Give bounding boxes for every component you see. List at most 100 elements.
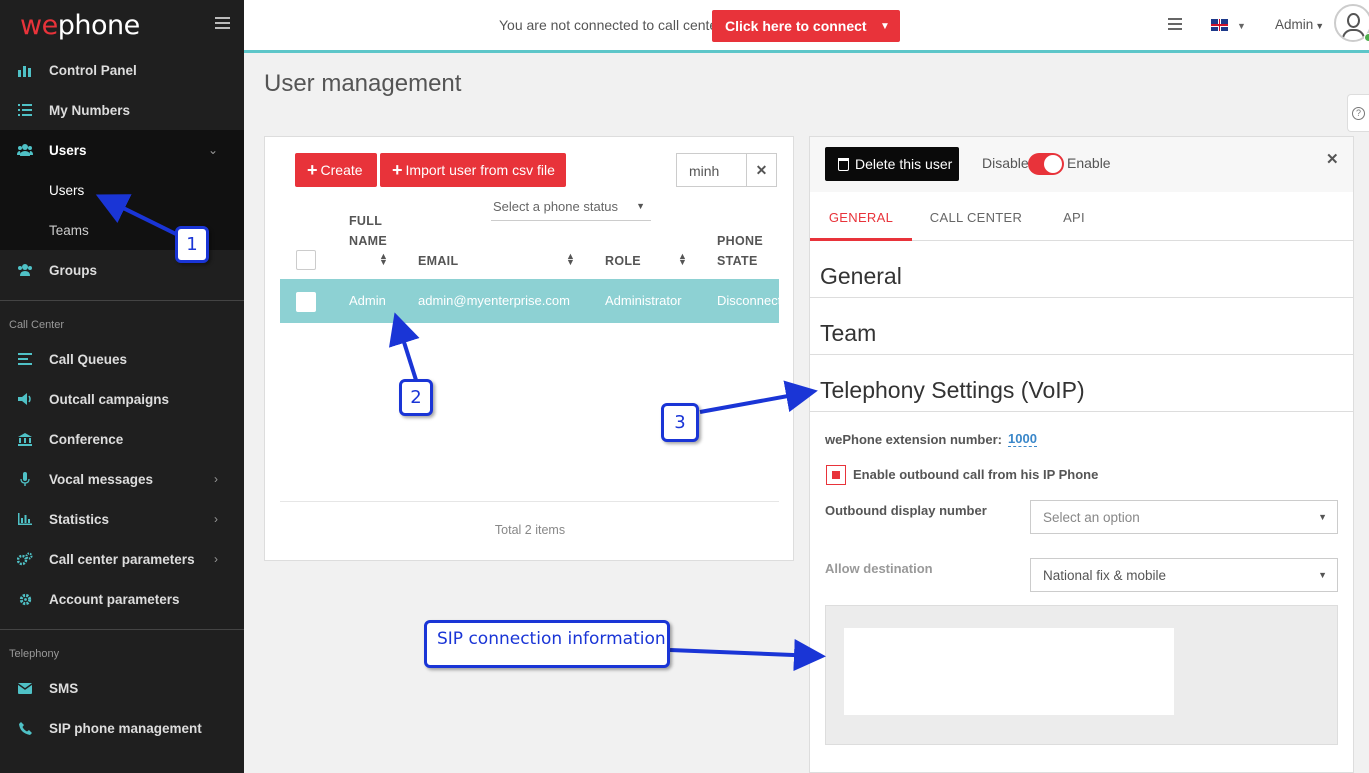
- sidebar-item-label: Call center parameters: [49, 551, 195, 567]
- stats-icon: [17, 512, 33, 526]
- sidebar-item-sip-phone-management[interactable]: SIP phone management: [0, 708, 244, 748]
- chevron-right-icon: ›: [214, 472, 218, 486]
- chevron-right-icon: ›: [214, 512, 218, 526]
- menu-toggle-icon[interactable]: [215, 17, 230, 30]
- sidebar-item-call-center-parameters[interactable]: Call center parameters ›: [0, 539, 244, 579]
- divider: [280, 501, 779, 502]
- delete-user-button[interactable]: Delete this user: [825, 147, 959, 181]
- row-name: Admin: [349, 293, 386, 308]
- sidebar-item-vocal-messages[interactable]: Vocal messages ›: [0, 459, 244, 499]
- sidebar-item-statistics[interactable]: Statistics ›: [0, 499, 244, 539]
- sidebar-item-label: My Numbers: [49, 102, 131, 118]
- sidebar-item-sms[interactable]: SMS: [0, 668, 244, 708]
- user-menu-label: Admin: [1275, 17, 1314, 32]
- section-general[interactable]: General: [810, 241, 1353, 298]
- sidebar-item-label: Control Panel: [49, 62, 137, 78]
- sidebar-item-conference[interactable]: Conference: [0, 419, 244, 459]
- disable-label: Disable: [982, 155, 1029, 171]
- row-checkbox[interactable]: [296, 292, 316, 312]
- total-items: Total 2 items: [494, 523, 566, 537]
- section-telephony-settings[interactable]: Telephony Settings (VoIP): [810, 355, 1353, 412]
- sidebar-item-users[interactable]: Users ⌄: [0, 130, 244, 170]
- cogs-icon: [17, 552, 33, 566]
- sidebar-item-label: Call Queues: [49, 351, 128, 367]
- sidebar-item-label: SMS: [49, 680, 79, 696]
- logo-row: wephone: [0, 0, 244, 50]
- tab-general[interactable]: GENERAL: [810, 192, 912, 241]
- groups-icon: [17, 263, 33, 277]
- online-status-dot: [1364, 33, 1369, 42]
- outbound-display-select[interactable]: Select an option ▼: [1030, 500, 1338, 534]
- table-header: FULL NAME ▲ ▼ EMAIL ▲ ▼ ROLE ▲ ▼ PHONE STATE: [280, 203, 779, 279]
- chevron-down-icon: ⌄: [207, 143, 218, 157]
- caret-down-icon: ▼: [1318, 512, 1327, 522]
- arrow-sip: [669, 639, 826, 672]
- table-row[interactable]: Admin admin@myenterprise.com Administrat…: [280, 279, 779, 323]
- sidebar-item-outcall-campaigns[interactable]: Outcall campaigns: [0, 379, 244, 419]
- sort-icon[interactable]: ▲ ▼: [379, 252, 388, 267]
- sidebar-item-call-queues[interactable]: Call Queues: [0, 339, 244, 379]
- extension-value[interactable]: 1000: [1008, 431, 1037, 447]
- caret-down-icon[interactable]: ▼: [870, 21, 900, 32]
- tab-call-center[interactable]: CALL CENTER: [926, 192, 1026, 241]
- outbound-display-label: Outbound display number: [825, 503, 987, 518]
- sort-icon[interactable]: ▲ ▼: [678, 252, 687, 267]
- outbound-ip-checkbox[interactable]: [826, 465, 846, 485]
- sidebar-item-my-numbers[interactable]: My Numbers: [0, 90, 244, 130]
- help-tab[interactable]: ?: [1347, 94, 1369, 132]
- section-label-call-center: Call Center: [0, 300, 244, 339]
- user-detail-header: Delete this user Disable Enable ✕: [810, 137, 1353, 192]
- sip-connection-box: [825, 605, 1338, 745]
- connect-call-center-button[interactable]: Click here to connect ▼: [712, 10, 900, 42]
- column-full-name[interactable]: FULL NAME: [349, 211, 387, 251]
- sidebar-subitem-users[interactable]: Users: [0, 170, 244, 210]
- bank-icon: [17, 432, 33, 446]
- microphone-icon: [17, 472, 33, 486]
- tab-api[interactable]: API: [1050, 192, 1098, 241]
- sort-icon[interactable]: ▲ ▼: [566, 252, 575, 267]
- annotation-3: 3: [661, 403, 699, 442]
- outbound-ip-label: Enable outbound call from his IP Phone: [853, 467, 1099, 482]
- column-email[interactable]: EMAIL: [418, 251, 458, 271]
- sidebar-item-label: Vocal messages: [49, 471, 154, 487]
- allow-destination-label: Allow destination: [825, 561, 933, 576]
- close-icon[interactable]: ✕: [1326, 150, 1339, 168]
- annotation-2: 2: [399, 379, 433, 416]
- sidebar-item-label: Groups: [49, 262, 98, 278]
- sidebar: wephone Control Panel My Numbers Users ⌄…: [0, 0, 244, 773]
- queue-icon: [17, 352, 33, 366]
- allow-destination-value: National fix & mobile: [1043, 568, 1167, 583]
- caret-down-icon: ▼: [1315, 21, 1325, 31]
- enable-toggle[interactable]: [1028, 153, 1064, 175]
- user-menu[interactable]: Admin ▼: [1275, 17, 1324, 32]
- phone-icon: [17, 721, 33, 735]
- column-role[interactable]: ROLE: [605, 251, 641, 271]
- create-user-button[interactable]: + Create: [295, 153, 377, 187]
- caret-down-icon: ▼: [1318, 570, 1327, 580]
- users-icon: [17, 143, 33, 157]
- sidebar-item-control-panel[interactable]: Control Panel: [0, 50, 244, 90]
- plus-icon: +: [307, 159, 318, 180]
- sip-connection-info: [844, 628, 1174, 715]
- select-all-checkbox[interactable]: [296, 250, 316, 270]
- allow-destination-select[interactable]: National fix & mobile ▼: [1030, 558, 1338, 592]
- uk-flag-icon[interactable]: [1211, 19, 1228, 31]
- sidebar-item-label: Users: [49, 142, 87, 158]
- clear-search-button[interactable]: ✕: [746, 153, 777, 187]
- sidebar-item-label: Statistics: [49, 511, 110, 527]
- row-email: admin@myenterprise.com: [418, 293, 570, 308]
- column-phone-state[interactable]: PHONE STATE: [717, 231, 763, 271]
- search-input[interactable]: minh: [676, 153, 747, 187]
- sidebar-item-label: Outcall campaigns: [49, 391, 170, 407]
- extension-label: wePhone extension number:: [825, 432, 1002, 447]
- wephone-logo[interactable]: wephone: [20, 10, 140, 41]
- section-team[interactable]: Team: [810, 298, 1353, 355]
- list-view-icon[interactable]: [1168, 18, 1182, 30]
- caret-down-icon[interactable]: ▼: [1237, 21, 1246, 31]
- sidebar-item-account-parameters[interactable]: Account parameters: [0, 579, 244, 619]
- outbound-display-placeholder: Select an option: [1043, 510, 1140, 525]
- plus-icon: +: [392, 159, 403, 180]
- import-csv-button[interactable]: + Import user from csv file: [380, 153, 566, 187]
- connect-button-label: Click here to connect: [725, 18, 867, 34]
- create-label: Create: [320, 162, 363, 178]
